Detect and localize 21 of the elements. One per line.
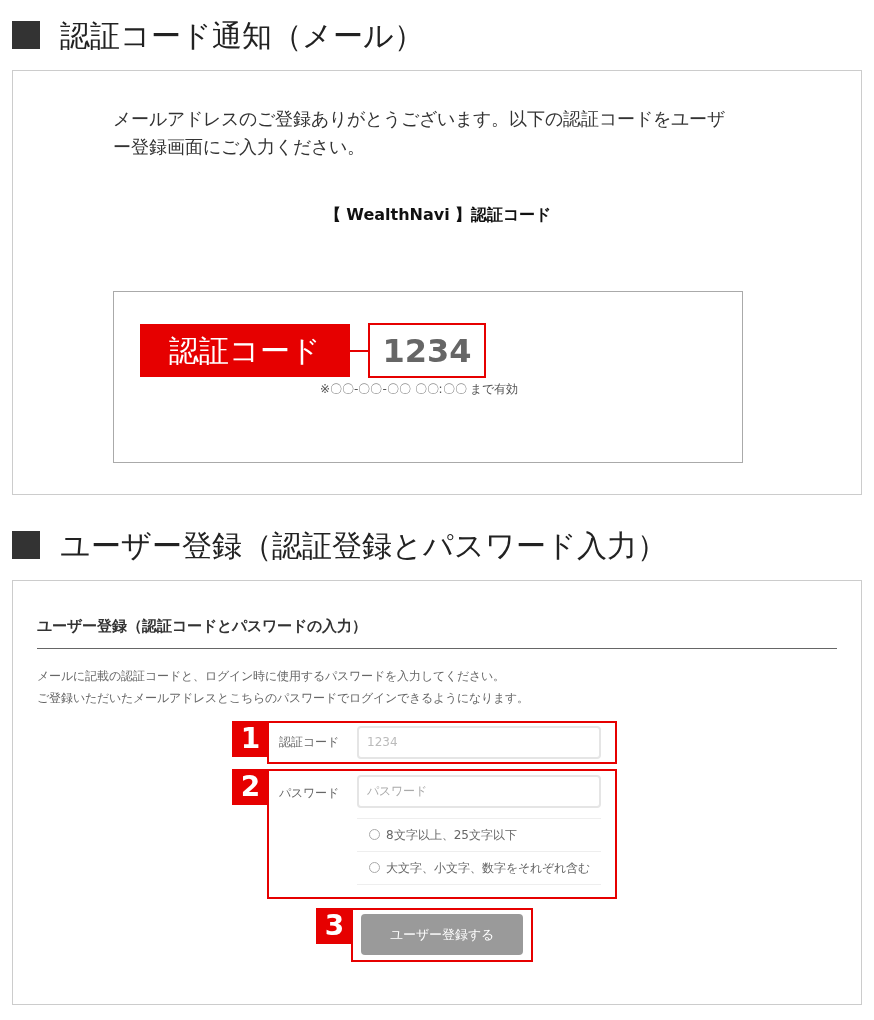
- section-heading: 認証コード通知（メール）: [60, 16, 424, 55]
- square-icon: [12, 21, 40, 49]
- field-label: パスワード: [279, 784, 340, 802]
- validity-note: ※〇〇-〇〇-〇〇 〇〇:〇〇 まで有効: [320, 381, 520, 398]
- code-value: 1234: [368, 323, 486, 378]
- instruction-text: ご登録いただいたメールアドレスとこちらのパスワードでログインできるようになります。: [37, 689, 530, 707]
- section-heading: ユーザー登録（認証登録とパスワード入力）: [60, 526, 667, 565]
- number-marker: 1: [232, 720, 269, 757]
- square-icon: [12, 531, 40, 559]
- email-message: メールアドレスのご登録ありがとうございます。以下の認証コードをユーザー登録画面にご入力ください。: [113, 108, 726, 159]
- form-title: ユーザー登録（認証コードとパスワードの入力）: [37, 615, 837, 649]
- number-marker: 3: [316, 907, 353, 944]
- instruction-text: メールに記載の認証コードと、ログイン時に使用するパスワードを入力してください。: [37, 667, 506, 685]
- code-label: 認証コード: [140, 324, 350, 377]
- password-input-field[interactable]: パスワード: [357, 774, 601, 808]
- code-input-field[interactable]: 1234: [357, 725, 601, 759]
- number-marker: 2: [232, 768, 269, 805]
- requirement-text: 8文字以上、25文字以下: [386, 826, 517, 844]
- field-label: 認証コード: [279, 734, 340, 751]
- requirement-text: 大文字、小文字、数字をそれぞれ含む: [386, 859, 590, 877]
- email-subject: 【 WealthNavi 】認証コード: [323, 204, 553, 226]
